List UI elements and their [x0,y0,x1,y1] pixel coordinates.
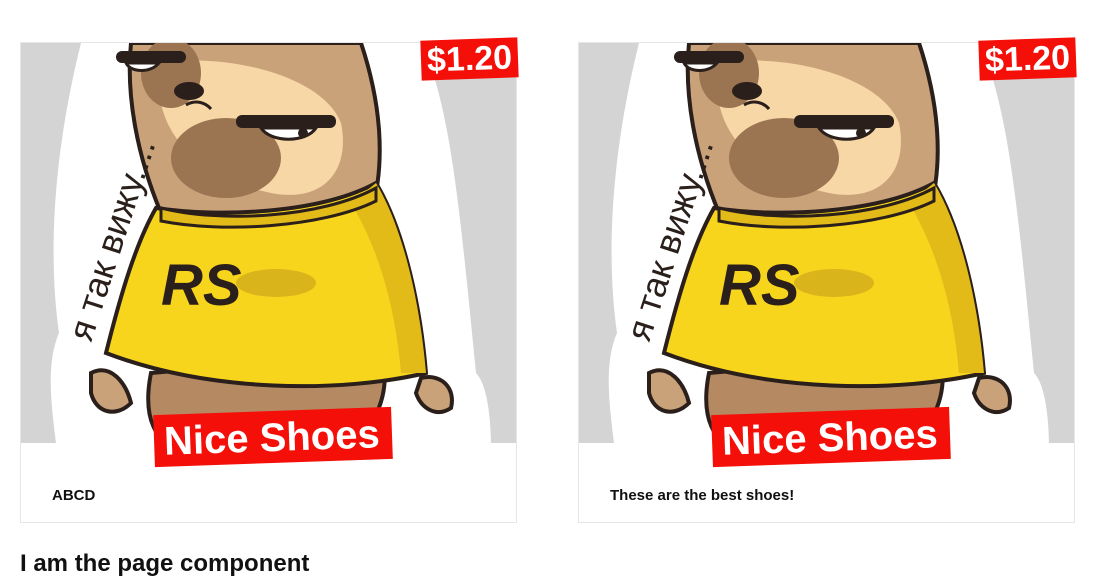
product-image: RS я так вижу.... $1.20 Nice Shoes [21,37,519,468]
price-tag: $1.20 [978,37,1077,81]
product-description: ABCD [52,487,96,504]
product-title: Nice Shoes [711,406,951,468]
product-card-list: RS я так вижу.... $1.20 Nice Shoes ABCD [20,37,1077,525]
product-card[interactable]: RS я так вижу.... $1.20 Nice Shoes These… [578,37,1077,523]
sloth-sticker-image: RS я так вижу.... [21,43,516,443]
page-title: I am the page component [20,550,310,577]
product-description: These are the best shoes! [610,487,795,504]
product-card[interactable]: RS я так вижу.... $1.20 Nice Shoes ABCD [20,37,519,523]
price-tag: $1.20 [420,37,519,81]
svg-text:RS: RS [719,253,800,318]
svg-text:RS: RS [161,253,242,318]
product-title: Nice Shoes [153,406,393,468]
product-image: RS я так вижу.... $1.20 Nice Shoes [579,37,1077,468]
sloth-sticker-image: RS я так вижу.... [579,43,1074,443]
